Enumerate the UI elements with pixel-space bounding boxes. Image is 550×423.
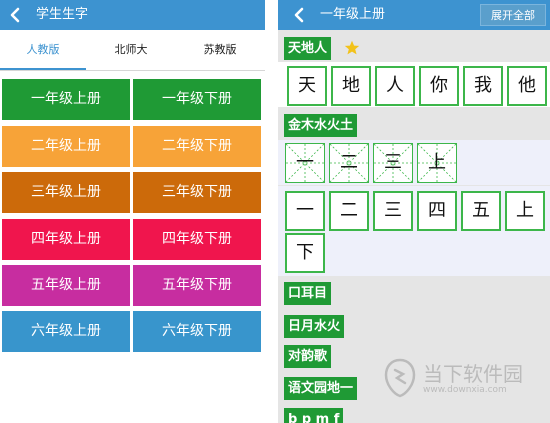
grade-4-up-button[interactable]: 四年级上册 (2, 219, 130, 260)
grade-6-down-button[interactable]: 六年级下册 (133, 311, 261, 352)
left-title-bar: 学生生字 (0, 0, 265, 30)
tab-beishida[interactable]: 北师大 (88, 30, 174, 70)
grade-3-down-button[interactable]: 三年级下册 (133, 172, 261, 213)
lesson-header-tiandiren[interactable]: 天地人 (284, 37, 332, 60)
char-card[interactable]: 五 (461, 191, 501, 231)
lesson-header-yuanditi[interactable]: 语文园地一 (284, 377, 358, 400)
lesson-header-riyue[interactable]: 日月水火 (284, 315, 345, 338)
watermark-text: 当下软件园 (423, 362, 523, 386)
char-card[interactable]: 二 (329, 191, 369, 231)
lesson-header-kouermu[interactable]: 口耳目 (284, 282, 332, 305)
tab-divider (0, 70, 265, 71)
chevron-left-icon (294, 7, 304, 23)
chevron-left-icon (10, 7, 20, 23)
char-card[interactable]: 人 (375, 66, 415, 106)
char-card[interactable]: 天 (287, 66, 327, 106)
char-card[interactable]: 我 (463, 66, 503, 106)
tian-char: 上 (428, 152, 446, 173)
back-button[interactable] (284, 0, 314, 30)
tab-sujiao[interactable]: 苏教版 (177, 30, 263, 70)
char-card[interactable]: 下 (285, 233, 325, 273)
tab-renjiao[interactable]: 人教版 (0, 30, 86, 70)
tian-grid-cell[interactable]: 上 (417, 143, 457, 183)
tian-grid-cell[interactable]: 一 (285, 143, 325, 183)
grade-5-up-button[interactable]: 五年级上册 (2, 265, 130, 306)
char-card[interactable]: 三 (373, 191, 413, 231)
watermark: 当下软件园 www.downxia.com (383, 356, 543, 404)
grade-3-up-button[interactable]: 三年级上册 (2, 172, 130, 213)
tian-grid-cell[interactable]: 二 (329, 143, 369, 183)
expand-all-button[interactable]: 展开全部 (480, 4, 546, 26)
tian-grid-cell[interactable]: 三 (373, 143, 413, 183)
char-card[interactable]: 四 (417, 191, 457, 231)
page-title: 学生生字 (36, 7, 89, 22)
lesson-header-jinmu[interactable]: 金木水火土 (284, 114, 358, 137)
page-title: 一年级上册 (320, 7, 386, 22)
grade-4-down-button[interactable]: 四年级下册 (133, 219, 261, 260)
char-card[interactable]: 你 (419, 66, 459, 106)
char-card[interactable]: 他 (507, 66, 547, 106)
right-title-bar: 一年级上册 展开全部 (278, 0, 550, 30)
watermark-logo-icon (384, 358, 416, 398)
grade-1-down-button[interactable]: 一年级下册 (133, 79, 261, 120)
tian-char: 一 (296, 152, 314, 173)
grade-6-up-button[interactable]: 六年级上册 (2, 311, 130, 352)
lesson-header-duiyunge[interactable]: 对韵歌 (284, 345, 332, 368)
edition-tabs: 人教版 北师大 苏教版 (0, 30, 265, 70)
back-button[interactable] (0, 0, 30, 30)
char-card[interactable]: 地 (331, 66, 371, 106)
char-card[interactable]: 一 (285, 191, 325, 231)
star-icon[interactable] (344, 40, 360, 56)
grade-2-down-button[interactable]: 二年级下册 (133, 126, 261, 167)
tian-char: 二 (340, 152, 358, 173)
tian-char: 三 (384, 152, 402, 173)
grade-1-up-button[interactable]: 一年级上册 (2, 79, 130, 120)
lesson-header-bpmf[interactable]: b p m f (284, 408, 344, 423)
watermark-url: www.downxia.com (423, 385, 507, 395)
char-card[interactable]: 上 (505, 191, 545, 231)
grade-5-down-button[interactable]: 五年级下册 (133, 265, 261, 306)
grade-2-up-button[interactable]: 二年级上册 (2, 126, 130, 167)
textbook-list-screen: 学生生字 人教版 北师大 苏教版 一年级上册 一年级下册 二年级上册 二年级下册… (0, 0, 265, 423)
